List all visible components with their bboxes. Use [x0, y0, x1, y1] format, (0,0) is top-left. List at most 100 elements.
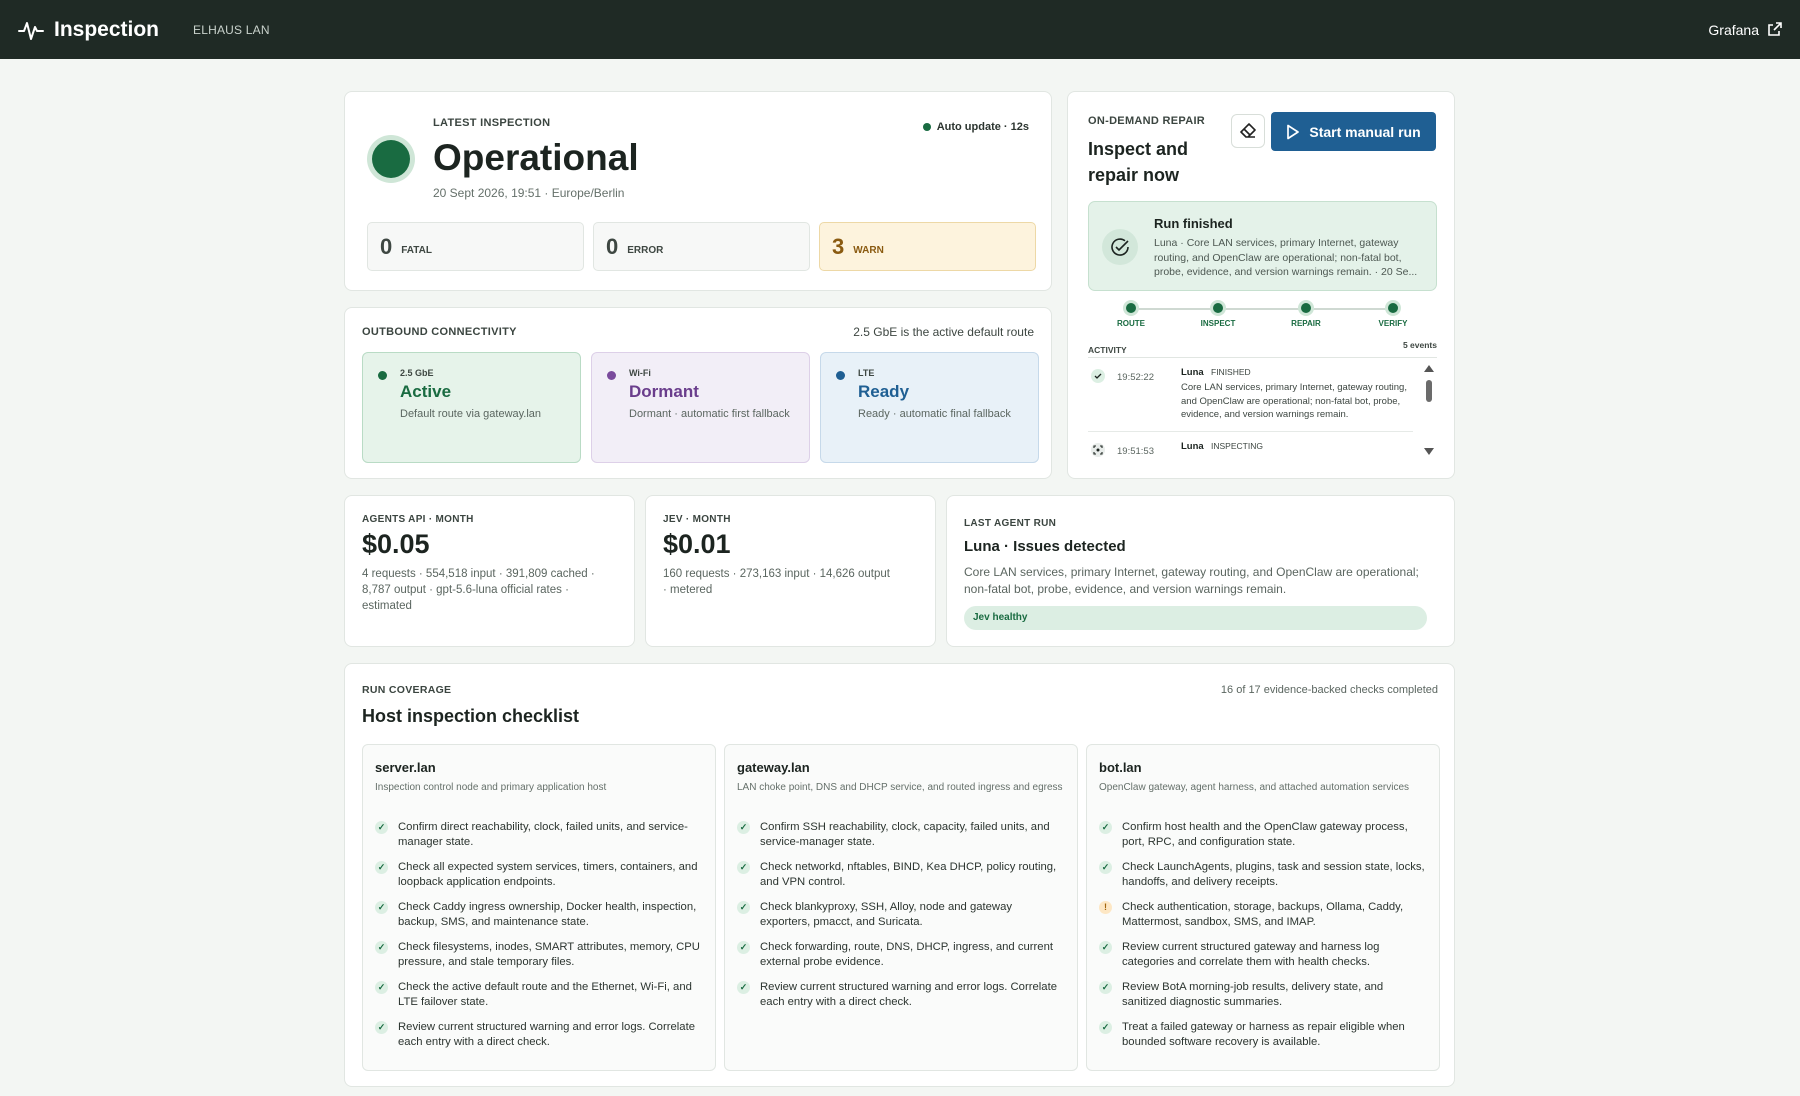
route-detail: Dormant · automatic first fallback	[629, 408, 790, 420]
event-time: 19:51:53	[1117, 446, 1154, 457]
check-text: Check Caddy ingress ownership, Docker he…	[398, 901, 697, 928]
coverage-caption: RUN COVERAGE	[362, 684, 452, 696]
event-status: INSPECTING	[1211, 441, 1263, 451]
inspection-timestamp: 20 Sept 2026, 19:51 · Europe/Berlin	[433, 186, 625, 200]
outbound-caption: OUTBOUND CONNECTIVITY	[362, 326, 517, 338]
host-desc: Inspection control node and primary appl…	[375, 782, 607, 793]
check-text: Check authentication, storage, backups, …	[1122, 901, 1404, 928]
auto-update-indicator: Auto update · 12s	[922, 121, 1029, 133]
check-icon: ✓	[737, 981, 750, 994]
check-icon: ✓	[375, 1021, 388, 1034]
check-text: Check LaunchAgents, plugins, task and se…	[1122, 861, 1425, 888]
check-item: ✓ Review current structured warning and e…	[375, 1020, 703, 1050]
route-kind: 2.5 GbE	[400, 368, 434, 378]
route-status-dot-icon	[607, 371, 616, 380]
start-manual-run-label: Start manual run	[1309, 123, 1421, 140]
check-circle-icon	[1091, 369, 1105, 383]
check-list: ✓ Confirm SSH reachability, clock, capaci…	[737, 820, 1065, 1010]
route-ethernet: 2.5 GbE Active Default route via gateway…	[362, 352, 581, 463]
start-manual-run-button[interactable]: Start manual run	[1271, 112, 1436, 151]
route-state: Active	[400, 382, 452, 401]
check-item: ✓ Review current structured warning and e…	[737, 980, 1065, 1010]
lastrun-caption: LAST AGENT RUN	[964, 518, 1057, 529]
last-agent-run-card: LAST AGENT RUN Luna · Issues detected Co…	[946, 495, 1455, 647]
activity-header: ACTIVITY 5 events	[1088, 340, 1437, 358]
event-text: Core LAN services, primary Internet, gat…	[1181, 382, 1407, 420]
auto-update-label: Auto update · 12s	[936, 121, 1029, 133]
scan-icon	[1091, 443, 1105, 457]
brand[interactable]: Inspection ELHAUS LAN	[18, 17, 270, 43]
check-text: Review BotA morning-job results, deliver…	[1122, 981, 1384, 1008]
jev-card: JEV · MONTH $0.01 160 requests · 273,163…	[645, 495, 936, 647]
check-text: Check the active default route and the E…	[398, 981, 692, 1008]
status-indicator	[367, 135, 415, 183]
check-text: Treat a failed gateway or harness as rep…	[1122, 1021, 1405, 1048]
check-item: ✓ Check the active default route and the …	[375, 980, 703, 1010]
route-status-dot-icon	[836, 371, 845, 380]
step-repair: REPAIR	[1276, 300, 1336, 328]
route-detail: Ready · automatic final fallback	[858, 408, 1011, 420]
check-text: Check blankyproxy, SSH, Alloy, node and …	[760, 901, 1013, 928]
jev-health-badge: Jev healthy	[964, 606, 1427, 630]
warning-icon: !	[1099, 901, 1112, 914]
check-item: ! Check authentication, storage, backups,…	[1099, 900, 1427, 930]
host-card-bot: bot.lan OpenClaw gateway, agent harness,…	[1086, 744, 1440, 1071]
check-item: ✓ Treat a failed gateway or harness as re…	[1099, 1020, 1427, 1050]
coverage-title: Host inspection checklist	[362, 706, 580, 726]
check-item: ✓ Check forwarding, route, DNS, DHCP, ing…	[737, 940, 1065, 970]
check-item: ✓ Check all expected system services, tim…	[375, 860, 703, 890]
fatal-count: 0	[380, 233, 393, 259]
event-status: FINISHED	[1211, 367, 1251, 377]
api-detail: 4 requests · 554,518 input · 391,809 cac…	[362, 568, 595, 612]
error-label: ERROR	[627, 245, 664, 256]
host-card-server: server.lan Inspection control node and p…	[362, 744, 716, 1071]
check-text: Review current structured warning and er…	[760, 981, 1057, 1008]
live-dot-icon	[922, 123, 931, 131]
check-text: Confirm SSH reachability, clock, capacit…	[760, 821, 1050, 848]
api-caption: AGENTS API · MONTH	[362, 514, 474, 525]
check-icon: ✓	[1099, 981, 1112, 994]
clear-button[interactable]	[1231, 114, 1265, 148]
check-item: ✓ Review BotA morning-job results, delive…	[1099, 980, 1427, 1010]
host-card-gateway: gateway.lan LAN choke point, DNS and DHC…	[724, 744, 1078, 1071]
eraser-icon	[1240, 123, 1256, 138]
step-label: VERIFY	[1378, 319, 1408, 328]
check-icon: ✓	[737, 941, 750, 954]
grafana-link[interactable]: Grafana	[1708, 22, 1782, 38]
route-lte: LTE Ready Ready · automatic final fallba…	[820, 352, 1039, 463]
host-desc: OpenClaw gateway, agent harness, and att…	[1099, 782, 1409, 793]
check-icon: ✓	[737, 901, 750, 914]
activity-feed[interactable]: 19:52:22 Luna FINISHED Core LAN services…	[1088, 357, 1437, 463]
check-icon: ✓	[737, 821, 750, 834]
check-list: ✓ Confirm direct reachability, clock, fai…	[375, 820, 703, 1050]
error-count: 0	[606, 233, 619, 259]
step-label: REPAIR	[1291, 319, 1321, 328]
activity-scrollbar[interactable]	[1424, 364, 1434, 456]
check-item: ✓ Confirm SSH reachability, clock, capaci…	[737, 820, 1065, 850]
app-title: Inspection	[54, 17, 160, 41]
check-item: ✓ Confirm host health and the OpenClaw ga…	[1099, 820, 1427, 850]
error-counter: 0 ERROR	[593, 222, 810, 271]
pulse-icon	[18, 21, 44, 40]
repair-caption: ON-DEMAND REPAIR	[1088, 115, 1206, 127]
check-icon: ✓	[1099, 821, 1112, 834]
step-label: INSPECT	[1200, 319, 1236, 328]
step-route: ROUTE	[1101, 300, 1161, 328]
step-verify: VERIFY	[1363, 300, 1423, 328]
route-detail: Default route via gateway.lan	[400, 408, 542, 420]
host-name: bot.lan	[1099, 760, 1142, 775]
jev-detail: 160 requests · 273,163 input · 14,626 ou…	[663, 568, 890, 596]
check-text: Check filesystems, inodes, SMART attribu…	[398, 941, 700, 968]
check-icon: ✓	[375, 981, 388, 994]
check-icon: ✓	[1099, 1021, 1112, 1034]
coverage-summary: 16 of 17 evidence-backed checks complete…	[1220, 684, 1438, 696]
check-list: ✓ Confirm host health and the OpenClaw ga…	[1099, 820, 1427, 1050]
repair-title-line: Inspect and	[1088, 139, 1189, 159]
lastrun-text: Core LAN services, primary Internet, gat…	[964, 565, 1419, 596]
route-kind: Wi-Fi	[629, 368, 651, 378]
jev-caption: JEV · MONTH	[663, 514, 731, 525]
warn-count: 3	[832, 233, 845, 259]
repair-title-line: repair now	[1088, 165, 1180, 185]
check-item: ✓ Check LaunchAgents, plugins, task and s…	[1099, 860, 1427, 890]
check-icon: ✓	[1099, 941, 1112, 954]
